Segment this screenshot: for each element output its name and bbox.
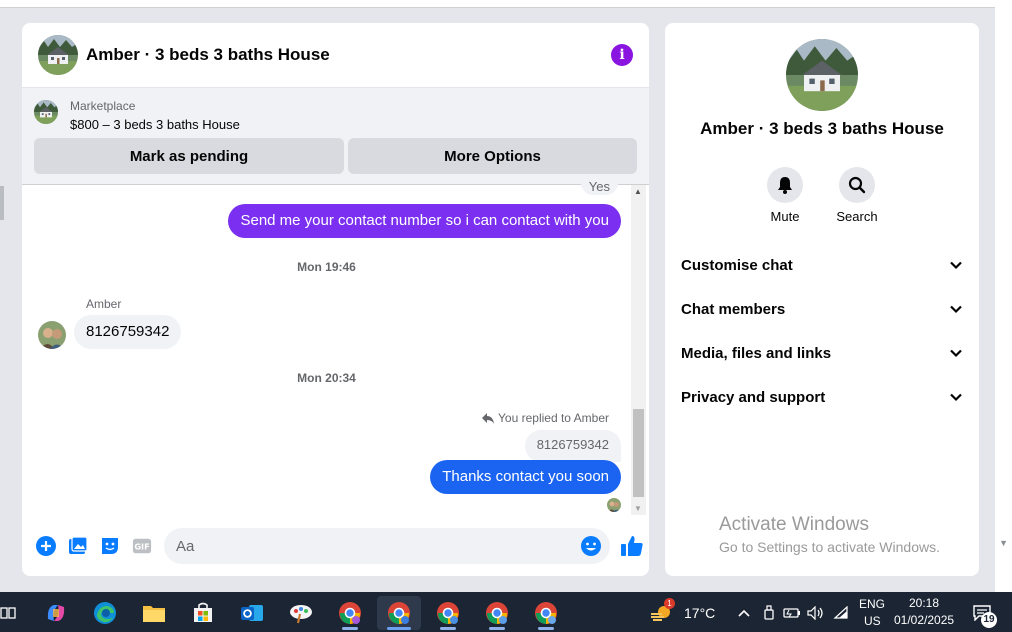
profile-avatar[interactable] [786,39,858,111]
running-indicator [342,627,358,630]
incoming-message[interactable]: 8126759342 [74,315,182,349]
search-action[interactable]: Search [827,167,887,224]
copilot-icon[interactable] [34,596,78,630]
bell-icon[interactable] [767,167,803,203]
page-scroll-down-arrow[interactable]: ▼ [999,538,1008,548]
listing-thumbnail[interactable] [34,100,58,124]
reply-icon [482,412,495,424]
chrome-profile-icon[interactable] [475,596,519,630]
listing-title[interactable]: $800 – 3 beds 3 baths House [70,117,240,132]
scroll-up-arrow[interactable]: ▲ [634,187,642,196]
mute-label: Mute [770,209,800,224]
mark-as-pending-button[interactable]: Mark as pending [34,138,344,174]
composer: GIF [22,528,649,564]
info-icon[interactable]: i [611,44,633,66]
photo-icon[interactable] [68,536,88,556]
chrome-active-icon[interactable] [377,596,421,630]
seen-receipt-avatar [607,498,621,512]
message-input-box[interactable] [164,528,610,564]
section-privacy-support[interactable]: Privacy and support [681,375,963,419]
timestamp: Mon 19:46 [297,260,356,274]
running-indicator [538,627,554,630]
section-label: Privacy and support [681,388,826,406]
section-label: Media, files and links [681,344,832,362]
sender-name: Amber [86,297,122,311]
chrome-profile-icon[interactable] [328,596,372,630]
usb-device-icon[interactable] [758,596,780,630]
thumbs-up-icon[interactable] [620,534,644,558]
section-label: Chat members [681,300,786,318]
section-media-files-links[interactable]: Media, files and links [681,331,963,375]
sticker-icon[interactable] [100,536,120,556]
chevron-down-icon [950,393,962,402]
search-label: Search [836,209,878,224]
clock-date[interactable]: 01/02/2025 [894,613,954,627]
reply-note-text: You replied to Amber [498,411,609,425]
notification-count: 19 [981,612,997,628]
section-customise-chat[interactable]: Customise chat [681,243,963,287]
conversation-info-panel: Amber · 3 beds 3 baths House Mute Search… [665,23,979,576]
paint-app-icon[interactable] [279,596,323,630]
page-right-gutter: ▼ [995,0,1012,592]
outgoing-message[interactable]: Thanks contact you soon [430,460,621,494]
volume-icon[interactable] [805,596,827,630]
chat-header: Amber · 3 beds 3 baths House i [22,23,649,88]
left-panel-edge [0,186,4,220]
chrome-profile-icon[interactable] [426,596,470,630]
section-chat-members[interactable]: Chat members [681,287,963,331]
wifi-icon[interactable] [830,596,852,630]
message-input[interactable] [176,537,556,555]
microsoft-store-icon[interactable] [181,596,225,630]
section-label: Customise chat [681,256,793,274]
timestamp: Mon 20:34 [297,371,356,385]
chat-avatar[interactable] [38,35,78,75]
weather-icon[interactable]: 1 [642,596,682,630]
outlook-icon[interactable] [230,596,274,630]
browser-top-strip [0,0,995,8]
running-indicator [489,627,505,630]
running-indicator [440,627,456,630]
chevron-up-icon[interactable] [732,596,756,630]
chevron-down-icon [950,261,962,270]
outgoing-message[interactable]: Send me your contact number so i can con… [228,204,621,238]
watermark-subtitle: Go to Settings to activate Windows. [719,539,940,555]
gif-icon[interactable]: GIF [132,536,152,556]
marketplace-label: Marketplace [70,99,136,113]
message-fragment: Yes [580,180,618,195]
weather-badge: 1 [664,598,675,609]
battery-icon[interactable] [781,596,803,630]
chevron-down-icon [950,349,962,358]
sender-avatar[interactable] [38,321,66,349]
svg-text:GIF: GIF [134,542,149,552]
scroll-thumb[interactable] [633,409,644,497]
notification-icon[interactable]: 19 [964,596,1000,630]
profile-name: Amber · 3 beds 3 baths House [700,119,944,138]
chat-panel: Amber · 3 beds 3 baths House i Marketpla… [22,23,649,576]
mute-action[interactable]: Mute [755,167,815,224]
active-indicator [387,627,411,630]
watermark-title: Activate Windows [719,514,869,535]
reply-quote[interactable]: 8126759342 [524,430,621,462]
scroll-down-arrow[interactable]: ▼ [634,504,642,513]
clock-time[interactable]: 20:18 [909,596,939,610]
weather-temperature[interactable]: 17°C [684,605,715,621]
chevron-down-icon [950,305,962,314]
edge-icon[interactable] [83,596,127,630]
windows-taskbar: 1 17°C ENG US 20:18 01/02/2025 19 [0,592,1012,632]
chrome-profile-icon[interactable] [524,596,568,630]
more-options-button[interactable]: More Options [348,138,637,174]
language-indicator[interactable]: ENG [859,597,885,611]
search-icon[interactable] [839,167,875,203]
thread-scrollbar[interactable]: ▲ ▼ [631,185,646,515]
keyboard-layout[interactable]: US [864,614,881,628]
emoji-icon[interactable] [580,535,602,557]
marketplace-banner: Marketplace $800 – 3 beds 3 baths House … [22,88,649,185]
activate-windows-watermark: Activate Windows Go to Settings to activ… [719,514,940,555]
task-view-icon[interactable] [0,596,30,630]
message-thread: Yes Send me your contact number so i can… [22,180,631,515]
reply-note: You replied to Amber [482,411,609,425]
file-explorer-icon[interactable] [132,596,176,630]
chat-title[interactable]: Amber · 3 beds 3 baths House [86,45,330,65]
plus-icon[interactable] [36,536,56,556]
